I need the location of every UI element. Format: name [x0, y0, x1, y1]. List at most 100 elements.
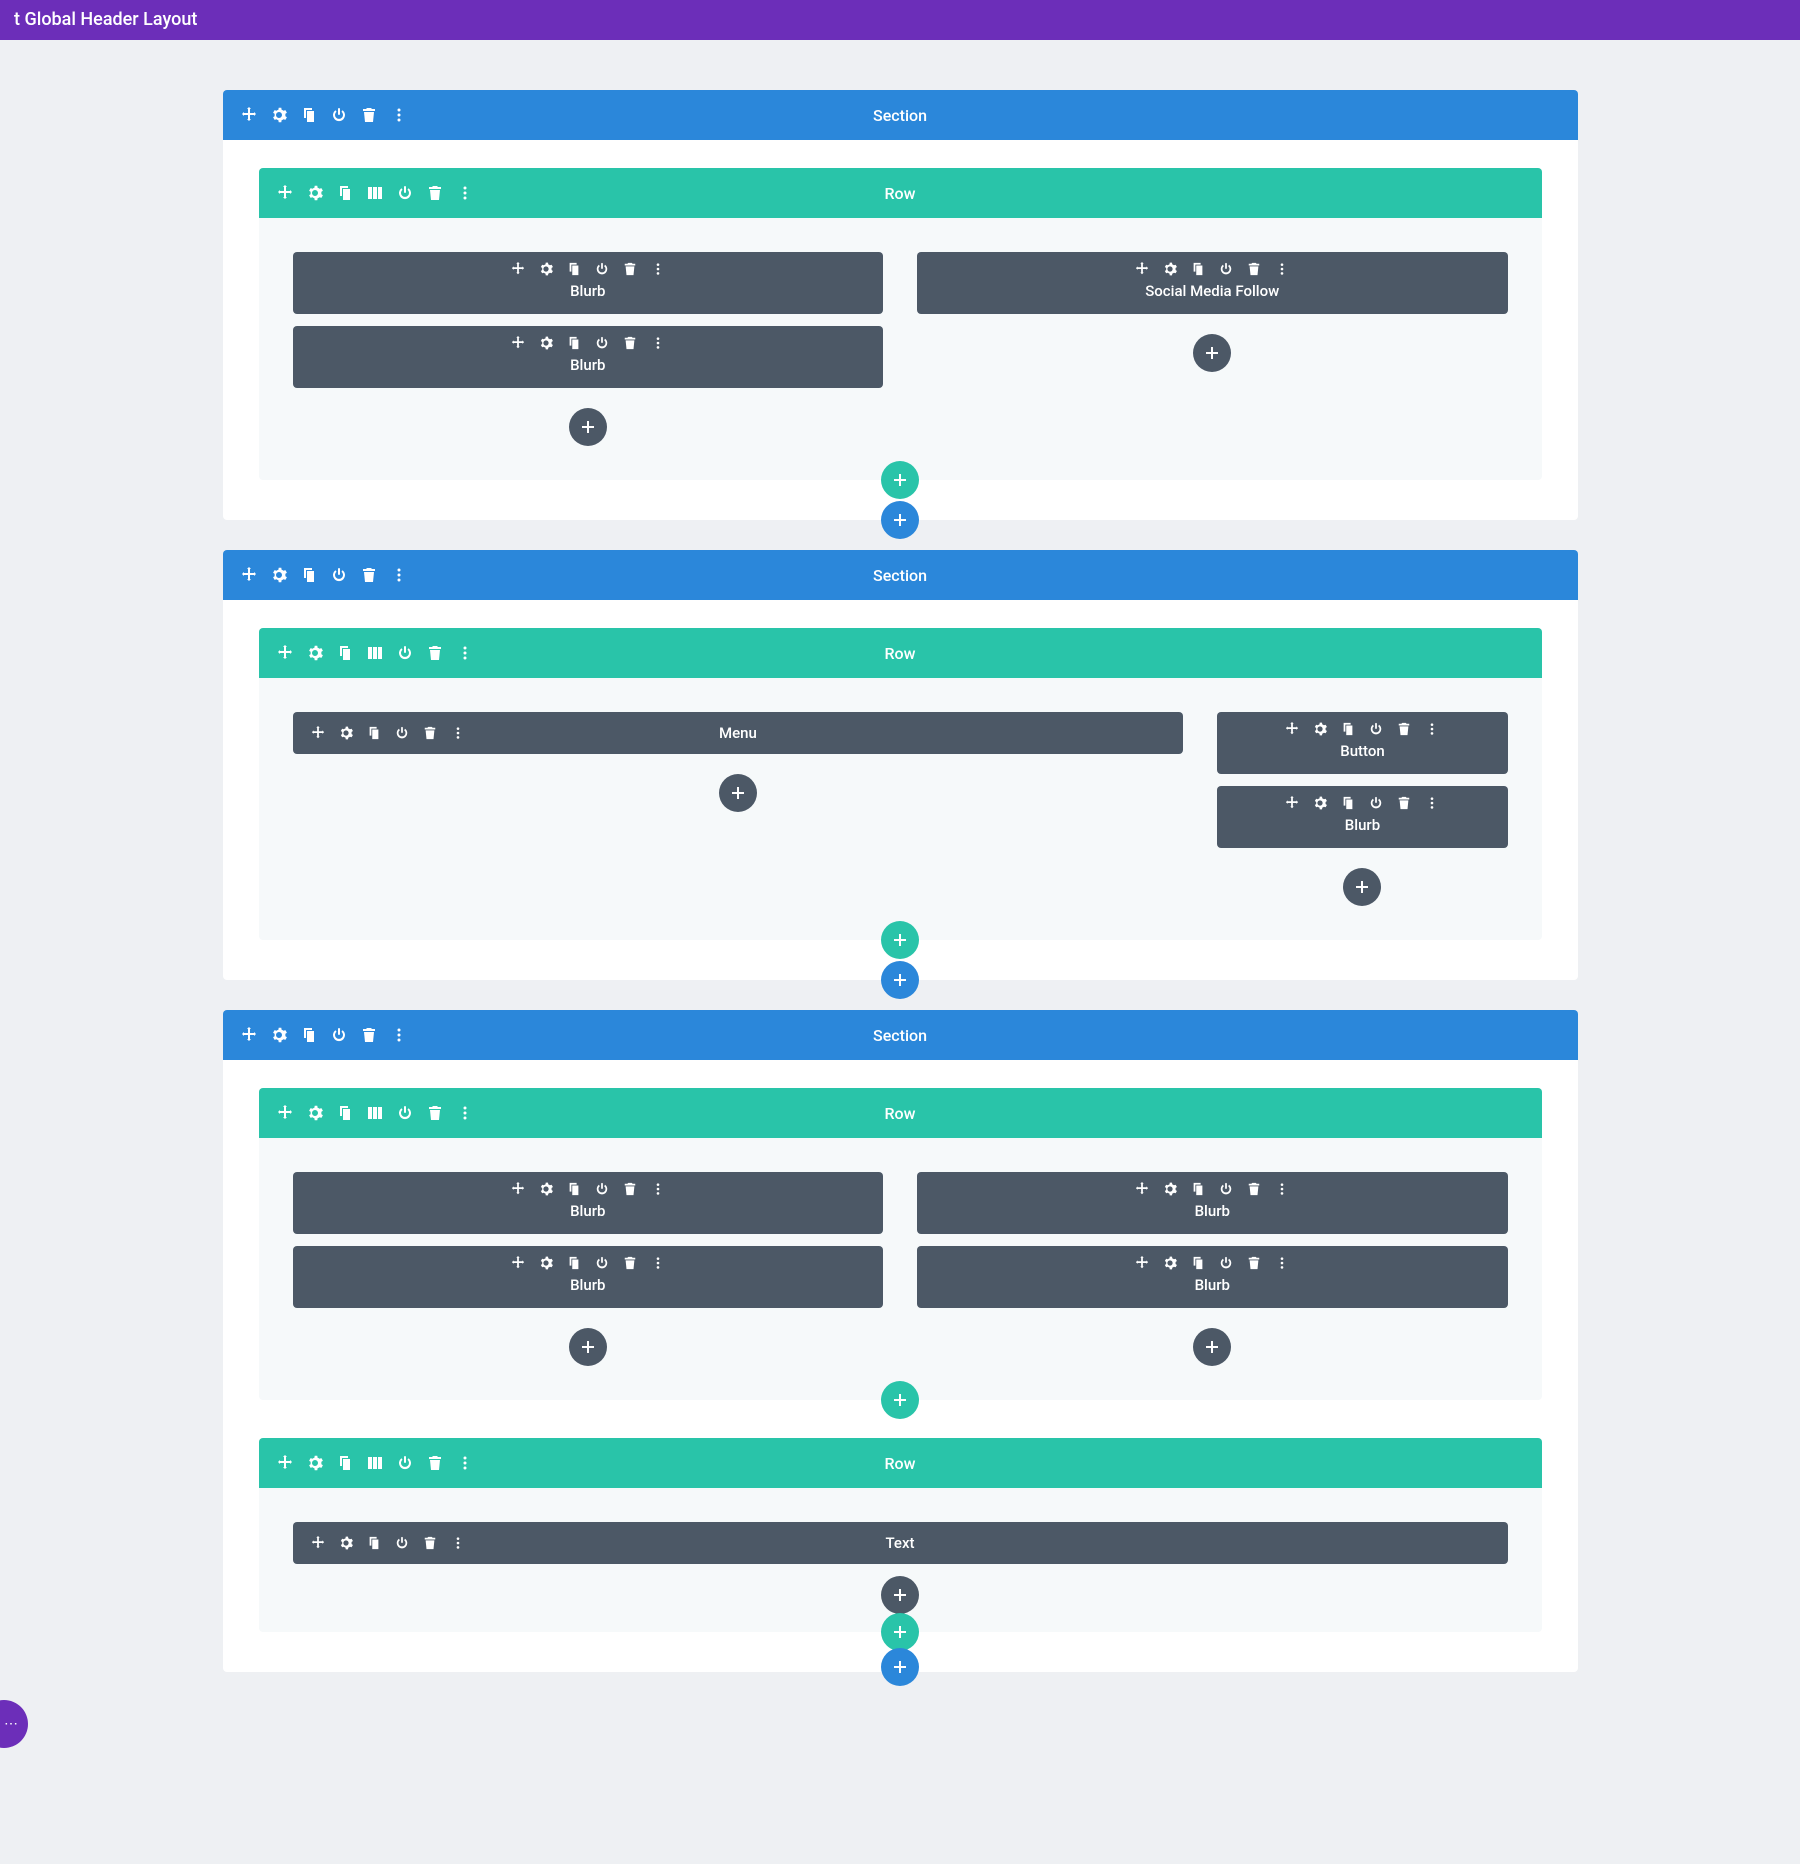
gear-icon[interactable] — [1313, 796, 1327, 810]
move-icon[interactable] — [277, 645, 293, 661]
duplicate-icon[interactable] — [1191, 1256, 1205, 1270]
move-icon[interactable] — [511, 1256, 525, 1270]
add-row-button[interactable] — [881, 1613, 919, 1651]
module-text[interactable]: Text — [293, 1522, 1508, 1564]
duplicate-icon[interactable] — [1341, 796, 1355, 810]
dots-icon[interactable] — [1275, 262, 1289, 276]
gear-icon[interactable] — [1163, 1256, 1177, 1270]
row-header[interactable]: Row — [259, 628, 1542, 678]
add-module-button[interactable] — [1193, 334, 1231, 372]
move-icon[interactable] — [511, 262, 525, 276]
trash-icon[interactable] — [427, 645, 443, 661]
gear-icon[interactable] — [307, 1105, 323, 1121]
power-icon[interactable] — [1219, 1182, 1233, 1196]
dots-icon[interactable] — [391, 107, 407, 123]
gear-icon[interactable] — [1163, 1182, 1177, 1196]
duplicate-icon[interactable] — [567, 262, 581, 276]
move-icon[interactable] — [511, 1182, 525, 1196]
move-icon[interactable] — [1285, 796, 1299, 810]
move-icon[interactable] — [277, 185, 293, 201]
trash-icon[interactable] — [1247, 1182, 1261, 1196]
add-row-button[interactable] — [881, 921, 919, 959]
dots-icon[interactable] — [391, 567, 407, 583]
dots-icon[interactable] — [651, 262, 665, 276]
dots-icon[interactable] — [651, 1182, 665, 1196]
trash-icon[interactable] — [361, 107, 377, 123]
trash-icon[interactable] — [1397, 796, 1411, 810]
move-icon[interactable] — [311, 726, 325, 740]
duplicate-icon[interactable] — [1341, 722, 1355, 736]
gear-icon[interactable] — [539, 336, 553, 350]
dots-icon[interactable] — [457, 645, 473, 661]
move-icon[interactable] — [1135, 262, 1149, 276]
power-icon[interactable] — [397, 645, 413, 661]
move-icon[interactable] — [241, 1027, 257, 1043]
gear-icon[interactable] — [307, 185, 323, 201]
trash-icon[interactable] — [427, 1455, 443, 1471]
columns-icon[interactable] — [367, 185, 383, 201]
power-icon[interactable] — [397, 1105, 413, 1121]
power-icon[interactable] — [595, 262, 609, 276]
trash-icon[interactable] — [1247, 262, 1261, 276]
gear-icon[interactable] — [1163, 262, 1177, 276]
duplicate-icon[interactable] — [367, 1536, 381, 1550]
gear-icon[interactable] — [271, 1027, 287, 1043]
duplicate-icon[interactable] — [301, 107, 317, 123]
duplicate-icon[interactable] — [301, 1027, 317, 1043]
gear-icon[interactable] — [271, 567, 287, 583]
dots-icon[interactable] — [457, 1105, 473, 1121]
move-icon[interactable] — [1135, 1182, 1149, 1196]
trash-icon[interactable] — [427, 185, 443, 201]
gear-icon[interactable] — [307, 1455, 323, 1471]
power-icon[interactable] — [397, 185, 413, 201]
add-section-button[interactable] — [881, 501, 919, 539]
move-icon[interactable] — [241, 107, 257, 123]
row-header[interactable]: Row — [259, 1088, 1542, 1138]
power-icon[interactable] — [595, 336, 609, 350]
columns-icon[interactable] — [367, 1105, 383, 1121]
module-blurb[interactable]: Blurb — [1217, 786, 1507, 848]
dots-icon[interactable] — [451, 726, 465, 740]
power-icon[interactable] — [595, 1182, 609, 1196]
duplicate-icon[interactable] — [567, 1256, 581, 1270]
row-header[interactable]: Row — [259, 1438, 1542, 1488]
module-blurb[interactable]: Blurb — [293, 252, 884, 314]
add-row-button[interactable] — [881, 461, 919, 499]
power-icon[interactable] — [397, 1455, 413, 1471]
dots-icon[interactable] — [391, 1027, 407, 1043]
section-header[interactable]: Section — [223, 90, 1578, 140]
trash-icon[interactable] — [427, 1105, 443, 1121]
module-button[interactable]: Button — [1217, 712, 1507, 774]
trash-icon[interactable] — [361, 1027, 377, 1043]
power-icon[interactable] — [1369, 722, 1383, 736]
trash-icon[interactable] — [423, 726, 437, 740]
move-icon[interactable] — [241, 567, 257, 583]
duplicate-icon[interactable] — [1191, 1182, 1205, 1196]
duplicate-icon[interactable] — [337, 185, 353, 201]
move-icon[interactable] — [511, 336, 525, 350]
power-icon[interactable] — [1219, 1256, 1233, 1270]
trash-icon[interactable] — [623, 262, 637, 276]
dots-icon[interactable] — [1275, 1182, 1289, 1196]
add-module-button[interactable] — [881, 1576, 919, 1614]
move-icon[interactable] — [311, 1536, 325, 1550]
row-header[interactable]: Row — [259, 168, 1542, 218]
duplicate-icon[interactable] — [337, 645, 353, 661]
gear-icon[interactable] — [307, 645, 323, 661]
dots-icon[interactable] — [1275, 1256, 1289, 1270]
columns-icon[interactable] — [367, 645, 383, 661]
dots-icon[interactable] — [1425, 796, 1439, 810]
power-icon[interactable] — [331, 1027, 347, 1043]
duplicate-icon[interactable] — [567, 1182, 581, 1196]
dots-icon[interactable] — [651, 336, 665, 350]
add-section-button[interactable] — [881, 1648, 919, 1686]
dots-icon[interactable] — [457, 185, 473, 201]
add-module-button[interactable] — [569, 408, 607, 446]
add-module-button[interactable] — [569, 1328, 607, 1366]
trash-icon[interactable] — [361, 567, 377, 583]
module-menu[interactable]: Menu — [293, 712, 1184, 754]
power-icon[interactable] — [395, 1536, 409, 1550]
module-blurb[interactable]: Blurb — [293, 326, 884, 388]
gear-icon[interactable] — [339, 726, 353, 740]
trash-icon[interactable] — [423, 1536, 437, 1550]
